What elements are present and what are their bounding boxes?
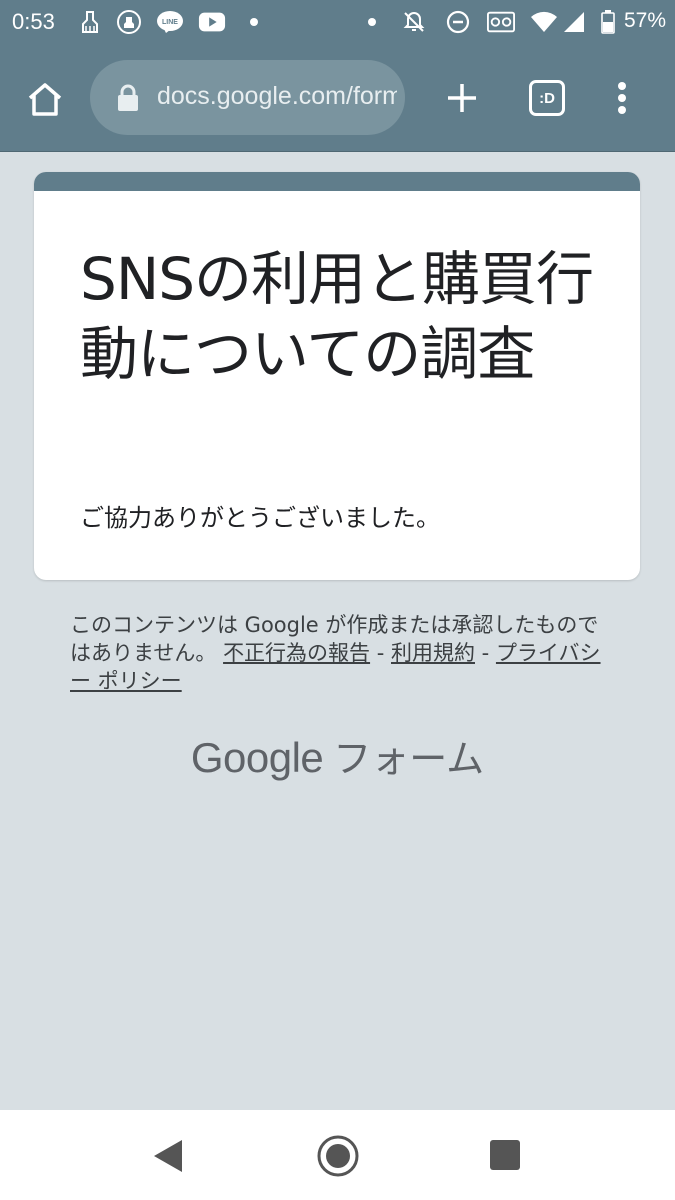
report-abuse-link[interactable]: 不正行為の報告 bbox=[223, 641, 370, 665]
more-vert-icon bbox=[618, 82, 626, 114]
google-wordmark: Google bbox=[190, 734, 324, 781]
browser-toolbar: docs.google.com/forms :D bbox=[0, 46, 675, 152]
menu-button[interactable] bbox=[605, 78, 639, 118]
home-nav-icon[interactable] bbox=[316, 1134, 360, 1178]
do-not-disturb-icon bbox=[444, 8, 472, 36]
line-app-icon: LINE bbox=[156, 8, 184, 36]
svg-text:LINE: LINE bbox=[162, 19, 178, 26]
plus-icon bbox=[448, 84, 476, 112]
battery-percent: 57% bbox=[624, 9, 667, 32]
status-time: 0:53 bbox=[12, 9, 55, 34]
forms-wordmark: フォーム bbox=[333, 737, 485, 781]
notifications-off-icon bbox=[400, 8, 428, 36]
url-bar[interactable]: docs.google.com/forms bbox=[90, 60, 405, 135]
broom-icon bbox=[76, 8, 104, 36]
separator: - bbox=[370, 641, 391, 665]
form-confirmation-card: SNSの利用と購買行動についての調査 ご協力ありがとうございました。 bbox=[34, 172, 640, 580]
broom-badge-icon bbox=[115, 8, 143, 36]
voicemail-icon bbox=[487, 8, 515, 36]
terms-link[interactable]: 利用規約 bbox=[391, 641, 475, 665]
youtube-icon bbox=[198, 8, 226, 36]
back-icon[interactable] bbox=[148, 1136, 188, 1176]
card-accent-stripe bbox=[34, 172, 640, 191]
recents-icon[interactable] bbox=[490, 1140, 520, 1170]
google-forms-logo[interactable]: Google フォーム bbox=[0, 728, 675, 783]
disclaimer: このコンテンツは Google が作成または承認したものではありません。 不正行… bbox=[70, 611, 610, 695]
url-text: docs.google.com/forms bbox=[157, 82, 397, 110]
separator: - bbox=[475, 641, 496, 665]
home-button[interactable] bbox=[22, 76, 68, 122]
tab-switcher-button[interactable]: :D bbox=[529, 80, 565, 116]
confirmation-message: ご協力ありがとうございました。 bbox=[80, 504, 440, 532]
system-nav-bar bbox=[0, 1110, 675, 1200]
dot-icon bbox=[240, 8, 268, 36]
wifi-icon bbox=[530, 8, 558, 36]
lock-icon bbox=[118, 84, 138, 111]
home-icon bbox=[28, 83, 62, 116]
status-bar: 0:53 LINE 57% bbox=[0, 0, 675, 46]
dot-icon bbox=[358, 8, 386, 36]
battery-icon bbox=[594, 8, 622, 36]
signal-icon bbox=[560, 8, 588, 36]
new-tab-button[interactable] bbox=[440, 76, 484, 120]
form-title: SNSの利用と購買行動についての調査 bbox=[80, 245, 594, 388]
